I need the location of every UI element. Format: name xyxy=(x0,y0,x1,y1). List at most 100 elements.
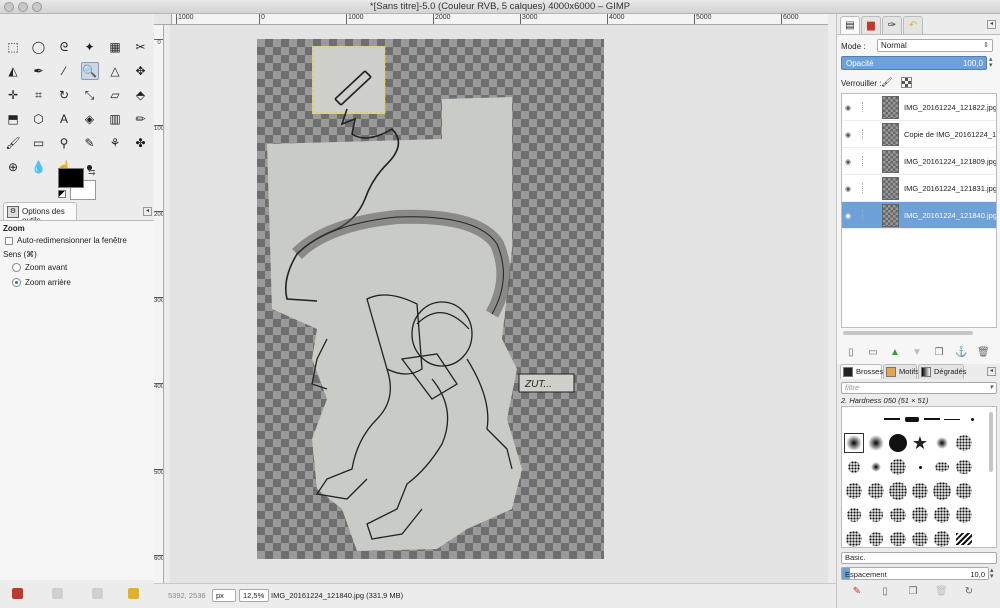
paths-icon[interactable]: ✒ xyxy=(30,62,48,80)
heal-icon[interactable]: ⊕ xyxy=(4,158,22,176)
visibility-eye-icon[interactable]: ◉ xyxy=(845,158,851,166)
new-layer-icon[interactable]: ▯ xyxy=(845,347,857,359)
canvas-viewport[interactable]: ZUT... xyxy=(170,25,828,589)
opacity-slider[interactable]: Opacité 100,0 xyxy=(841,56,987,70)
zoom-out-radio[interactable]: Zoom arrière xyxy=(12,278,71,287)
unit-select[interactable]: px xyxy=(212,589,236,602)
spacing-slider[interactable]: Espacement 10,0 xyxy=(841,567,989,580)
zoom-icon[interactable]: 🔍 xyxy=(80,62,99,80)
color-select-icon[interactable]: ▦ xyxy=(106,38,124,56)
brush-grid-scrollbar[interactable] xyxy=(989,408,994,546)
layer-row[interactable]: ◉ IMG_20161224_121822.jpg xyxy=(842,94,996,121)
checkbox-box[interactable] xyxy=(5,236,13,245)
layer-row[interactable]: ◉ Copie de IMG_20161224_121840.jpg xyxy=(842,121,996,148)
align-icon[interactable]: ✛ xyxy=(4,86,22,104)
ellipse-select-icon[interactable]: ◯ xyxy=(30,38,48,56)
swap-colors-icon[interactable]: ⇆ xyxy=(88,167,96,178)
radio-dot[interactable] xyxy=(12,263,21,272)
visibility-eye-icon[interactable]: ◉ xyxy=(845,185,851,193)
layer-list[interactable]: ◉ IMG_20161224_121822.jpg ◉ Copie de IMG… xyxy=(841,93,997,328)
visibility-eye-icon[interactable]: ◉ xyxy=(845,104,851,112)
tab-undo[interactable]: ↶ xyxy=(903,16,923,34)
scissors-icon[interactable]: ✂ xyxy=(132,38,150,56)
bucket-fill-icon[interactable]: ◈ xyxy=(81,110,99,128)
scale-icon[interactable]: ⤡ xyxy=(81,86,99,104)
fuzzy-select-icon[interactable]: ✦ xyxy=(81,38,99,56)
new-layer-group-icon[interactable]: ▭ xyxy=(867,347,879,359)
crop-icon[interactable]: ⌗ xyxy=(30,86,48,104)
brush-filter-input[interactable]: filtre ▾ xyxy=(841,382,997,394)
scrollbar-thumb[interactable] xyxy=(843,331,973,335)
quick-mask-toggle[interactable] xyxy=(154,14,172,25)
new-brush-icon[interactable]: ▯ xyxy=(879,586,891,598)
link-chain-icon[interactable] xyxy=(862,156,863,166)
ink-icon[interactable]: ✎ xyxy=(81,134,99,152)
shear-icon[interactable]: ▱ xyxy=(106,86,124,104)
eraser-icon[interactable]: ▭ xyxy=(30,134,48,152)
scrollbar-thumb[interactable] xyxy=(989,412,993,472)
opacity-spinner[interactable]: ▴ ▾ xyxy=(989,56,993,69)
link-chain-icon[interactable] xyxy=(862,129,863,139)
visibility-eye-icon[interactable]: ◉ xyxy=(845,131,851,139)
duplicate-brush-icon[interactable]: ❐ xyxy=(907,586,919,598)
move-icon[interactable]: ✥ xyxy=(132,62,150,80)
image-canvas[interactable]: ZUT... xyxy=(257,39,604,559)
zoom-select[interactable]: 12,5% xyxy=(239,589,269,602)
lower-layer-icon[interactable]: ▼ xyxy=(911,347,923,359)
lock-alpha-icon[interactable] xyxy=(901,77,912,88)
tab-paths[interactable]: ✑ xyxy=(882,16,902,34)
foreground-select-icon[interactable]: ◭ xyxy=(4,62,22,80)
blur-icon[interactable]: 💧 xyxy=(30,158,48,176)
reset-options-icon[interactable] xyxy=(128,588,139,599)
lasso-icon[interactable]: ᘓ xyxy=(55,38,73,56)
radio-dot-selected[interactable] xyxy=(12,278,21,287)
delete-options-icon[interactable] xyxy=(92,588,103,599)
measure-icon[interactable]: △ xyxy=(106,62,124,80)
link-chain-icon[interactable] xyxy=(862,183,863,193)
link-chain-icon[interactable] xyxy=(862,210,863,220)
layer-row[interactable]: ◉ IMG_20161224_121831.jpg xyxy=(842,175,996,202)
clone-icon[interactable]: ✤ xyxy=(132,134,150,152)
brush-grid[interactable]: ★ xyxy=(841,406,997,548)
brush-preset-field[interactable]: Basic. xyxy=(841,552,997,564)
text-icon[interactable]: A xyxy=(55,110,73,128)
rect-select-icon[interactable]: ⬚ xyxy=(4,38,22,56)
horizontal-ruler[interactable]: 1000 0 1000 2000 3000 4000 5000 6000 xyxy=(172,14,828,25)
link-chain-icon[interactable] xyxy=(862,102,863,112)
panel-menu-icon[interactable]: ◂ xyxy=(987,367,996,376)
tab-patterns[interactable]: Motifs xyxy=(883,364,919,379)
mode-select[interactable]: Normal ⇕ xyxy=(877,39,993,52)
rotate-icon[interactable]: ↻ xyxy=(55,86,73,104)
layer-list-scrollbar[interactable] xyxy=(841,329,997,337)
save-options-icon[interactable] xyxy=(12,588,23,599)
layer-row-selected[interactable]: ◉ IMG_20161224_121840.jpg xyxy=(842,202,996,229)
unified-transform-icon[interactable]: ⬒ xyxy=(4,110,22,128)
panel-menu-icon[interactable]: ◂ xyxy=(987,20,996,29)
color-picker-icon[interactable]: ⁄ xyxy=(55,62,73,80)
lock-pixels-icon[interactable]: 🖌 xyxy=(881,77,892,88)
vertical-ruler[interactable]: 0 1000 2000 3000 4000 5000 6000 xyxy=(154,25,164,589)
tab-tool-options[interactable]: ⚙ Options des outils xyxy=(3,202,77,225)
zoom-in-radio[interactable]: Zoom avant xyxy=(12,263,67,272)
auto-resize-checkbox[interactable]: Auto-redimensionner la fenêtre xyxy=(5,236,127,245)
perspective-icon[interactable]: ⬘ xyxy=(132,86,150,104)
tab-channels[interactable]: ▆ xyxy=(861,16,881,34)
edit-brush-icon[interactable]: ✎ xyxy=(851,586,863,598)
mypaint-brush-icon[interactable]: ⚘ xyxy=(106,134,124,152)
refresh-brushes-icon[interactable]: ↻ xyxy=(963,586,975,598)
brush-selected[interactable] xyxy=(844,433,864,453)
default-colors-icon[interactable] xyxy=(58,190,66,198)
raise-layer-icon[interactable]: ▲ xyxy=(889,347,901,359)
delete-brush-icon[interactable]: 🗑 xyxy=(935,586,948,598)
blend-icon[interactable]: ▥ xyxy=(106,110,124,128)
airbrush-icon[interactable]: ⚲ xyxy=(55,134,73,152)
panel-menu-icon[interactable]: ◂ xyxy=(143,207,152,216)
tab-gradients[interactable]: Dégradés xyxy=(918,364,967,379)
pencil-icon[interactable]: ✏ xyxy=(132,110,150,128)
restore-options-icon[interactable] xyxy=(52,588,63,599)
duplicate-layer-icon[interactable]: ❐ xyxy=(933,347,945,359)
visibility-eye-icon[interactable]: ◉ xyxy=(845,212,851,220)
spacing-spinner[interactable]: ▴ ▾ xyxy=(990,567,994,580)
foreground-color-swatch[interactable] xyxy=(58,168,84,188)
tab-layers[interactable]: ▤ xyxy=(840,16,860,34)
